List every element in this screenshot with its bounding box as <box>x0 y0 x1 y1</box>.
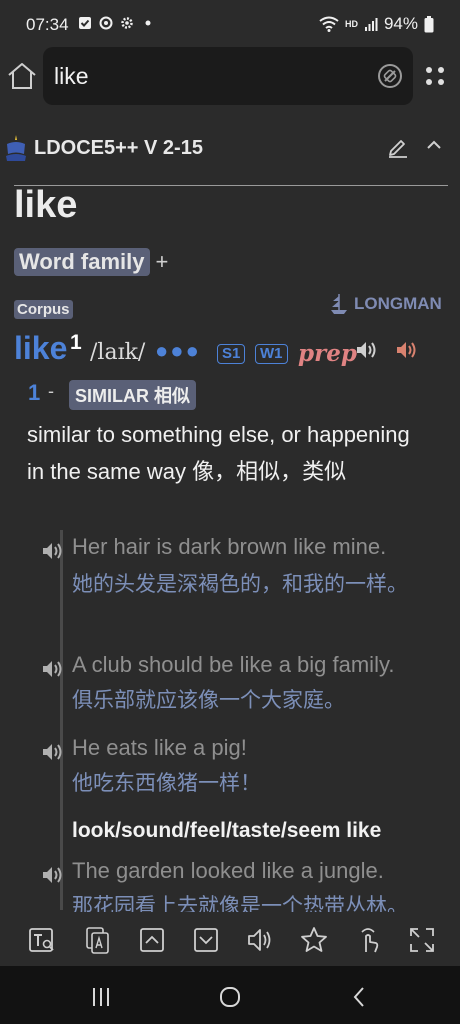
system-nav-bar <box>0 966 460 1024</box>
headword: like <box>14 184 78 226</box>
corpus-badge[interactable]: Corpus <box>14 300 73 319</box>
fullscreen-icon[interactable] <box>408 926 436 954</box>
dictionary-logo-icon <box>6 135 26 161</box>
example-translation: 俱乐部就应该像一个大家庭。 <box>72 689 345 712</box>
example-speaker-icon[interactable] <box>41 540 65 562</box>
checkbox-notification-icon <box>79 17 91 29</box>
examples-list: Her hair is dark brown like mine. 她的头发是深… <box>43 530 460 918</box>
text-search-icon[interactable] <box>28 926 56 954</box>
bottom-toolbar <box>0 912 460 966</box>
homograph-number: 1 <box>70 331 82 354</box>
home-icon[interactable] <box>6 60 38 92</box>
signal-icon <box>364 18 378 31</box>
frequency-dots: ●●● <box>155 338 201 363</box>
entry-head-line: like 1 /laɪk/ ●●● S1 W1 prep <box>14 330 454 372</box>
word-family-badge[interactable]: Word family <box>14 248 150 276</box>
word-family-expand[interactable]: + <box>156 249 169 275</box>
chevron-up-icon[interactable] <box>424 135 444 155</box>
signpost: SIMILAR 相似 <box>69 380 196 410</box>
dot-icon <box>145 20 151 26</box>
sync-icon <box>99 16 113 30</box>
definition: similar to something else, or happening … <box>27 422 410 484</box>
recent-apps-icon[interactable] <box>89 986 113 1008</box>
speaker-icon[interactable] <box>246 926 274 954</box>
longman-ship-icon <box>331 294 347 314</box>
favorite-star-icon[interactable] <box>300 926 328 954</box>
settings-gear-icon <box>121 17 133 29</box>
word-family-row[interactable]: Word family + <box>14 248 168 276</box>
sense-number: 1 <box>28 380 41 405</box>
example-text: The garden looked like a jungle. <box>72 858 384 883</box>
example-translation: 他吃东西像猪一样！ <box>72 772 261 795</box>
example-text: A club should be like a big family. <box>72 652 395 677</box>
status-time: 07:34 <box>26 15 69 34</box>
part-of-speech: prep <box>298 340 357 367</box>
search-bar <box>0 46 460 108</box>
example-text: He eats like a pig! <box>72 735 247 760</box>
longman-logo: LONGMAN <box>330 293 442 315</box>
example-speaker-icon[interactable] <box>41 658 65 680</box>
battery-icon <box>424 15 434 32</box>
dictionary-name: LDOCE5++ V 2-15 <box>34 137 203 159</box>
search-input[interactable] <box>54 61 354 91</box>
battery-percent: 94% <box>383 14 418 33</box>
frequency-tag-spoken: S1 <box>217 344 246 364</box>
frequency-tag-written: W1 <box>255 344 288 364</box>
translate-icon[interactable] <box>83 926 111 954</box>
tap-gesture-icon[interactable] <box>354 926 382 954</box>
entry-word: like <box>14 330 68 366</box>
example-translation: 她的头发是深褐色的，和我的一样。 <box>72 573 408 596</box>
pronunciation: /laɪk/ <box>90 340 146 365</box>
next-entry-icon[interactable] <box>192 926 220 954</box>
speaker-uk-icon[interactable] <box>354 338 378 362</box>
collocation-phrase: look/sound/feel/taste/seem like <box>72 819 382 842</box>
search-box <box>43 47 413 105</box>
home-circle-icon[interactable] <box>218 986 242 1008</box>
clear-icon[interactable] <box>377 63 403 89</box>
wifi-icon <box>319 16 339 32</box>
dictionary-header[interactable]: LDOCE5++ V 2-15 <box>0 126 460 170</box>
longman-label: LONGMAN <box>354 294 442 313</box>
back-icon[interactable] <box>348 986 372 1008</box>
example-text: Her hair is dark brown like mine. <box>72 534 387 559</box>
sense-dash: - <box>48 381 54 401</box>
edit-icon[interactable] <box>386 134 410 158</box>
previous-entry-icon[interactable] <box>138 926 166 954</box>
status-bar: 07:34 HD 94% <box>0 0 460 46</box>
divider <box>14 185 448 186</box>
example-speaker-icon[interactable] <box>41 864 65 886</box>
network-label: HD <box>344 19 358 29</box>
example-speaker-icon[interactable] <box>41 741 65 763</box>
menu-dots-icon[interactable] <box>423 64 447 88</box>
speaker-us-icon[interactable] <box>394 338 418 362</box>
